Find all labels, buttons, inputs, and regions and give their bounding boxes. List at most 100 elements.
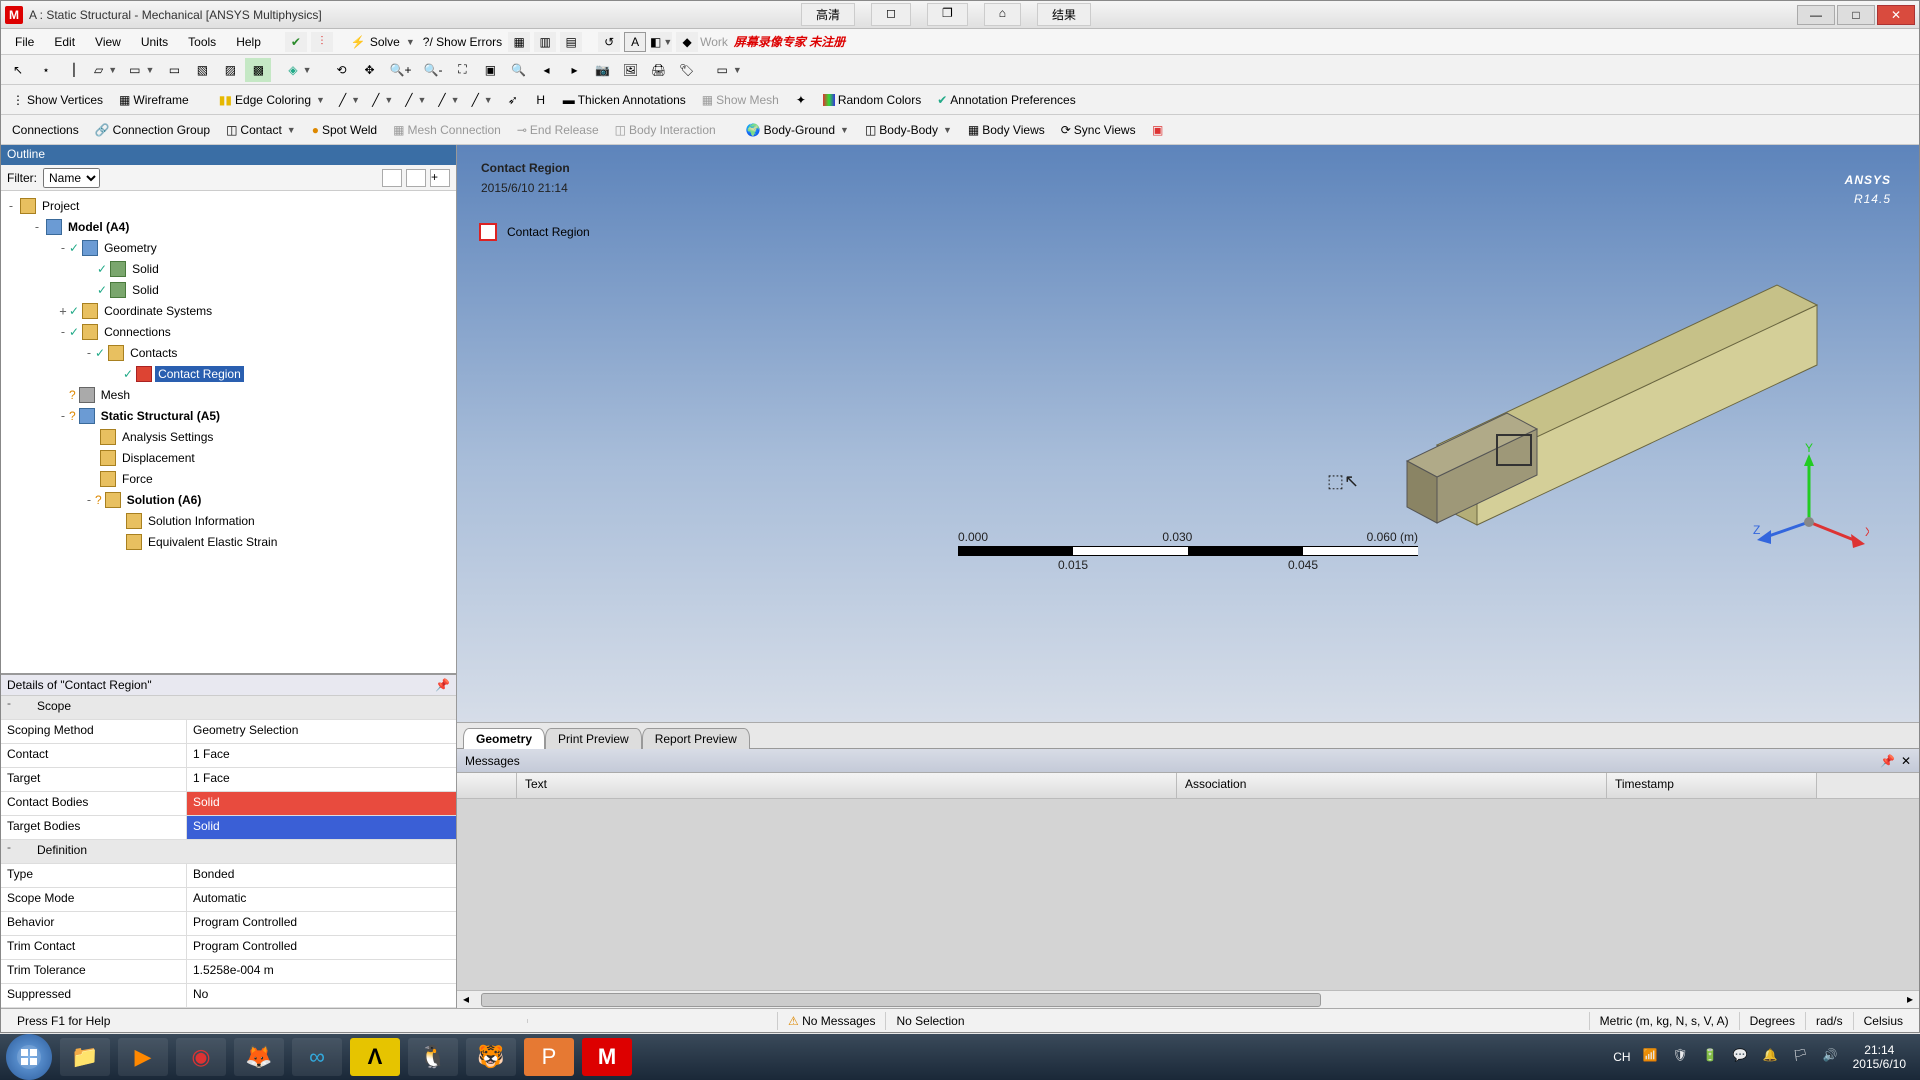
close-button[interactable]: ✕ [1877,5,1915,25]
task-ppt-icon[interactable]: P [524,1038,574,1076]
rotate-icon[interactable]: ⟲ [329,58,355,82]
tag-icon[interactable]: 🏷 [673,58,699,82]
pan-icon[interactable]: ✥ [357,58,383,82]
task-app1-icon[interactable]: 🐯 [466,1038,516,1076]
edge7-icon[interactable]: H [528,88,554,112]
task-ansys-icon[interactable]: Λ [350,1038,400,1076]
tree-connections[interactable]: Connections [101,324,174,340]
ext-btn-sq[interactable]: ◻ [871,3,911,26]
val-trimtol[interactable]: 1.5258e-004 m [187,960,456,983]
group-definition[interactable]: Definition [17,840,93,863]
msg-col-icon[interactable] [457,773,517,798]
tb-check-icon[interactable]: ✔ [285,32,307,52]
sel-face-icon[interactable]: ▱▼ [89,58,122,82]
annotation-prefs-button[interactable]: ✔ Annotation Preferences [930,88,1082,112]
taskbar-clock[interactable]: 21:142015/6/10 [1853,1043,1906,1071]
sel-ext2-icon[interactable]: ▨ [217,58,243,82]
val-trim[interactable]: Program Controlled [187,936,456,959]
maximize-button[interactable]: □ [1837,5,1875,25]
msg-col-text[interactable]: Text [517,773,1177,798]
tray-1-icon[interactable]: 🛡 [1673,1048,1691,1066]
ext-btn-result[interactable]: 结果 [1037,3,1091,26]
sel-edge-icon[interactable]: ⎮ [61,58,87,82]
edge5-icon[interactable]: ╱▼ [467,88,498,112]
tree-contact-region[interactable]: Contact Region [155,366,244,382]
start-button[interactable] [6,1034,52,1080]
group-scope[interactable]: Scope [17,696,77,719]
show-vertices-button[interactable]: ⋮ Show Vertices [5,88,110,112]
msg-pin-icon[interactable]: 📌 [1880,754,1895,768]
menu-edit[interactable]: Edit [44,32,85,52]
val-suppressed[interactable]: No [187,984,456,1007]
menu-help[interactable]: Help [226,32,271,52]
edge3-icon[interactable]: ╱▼ [400,88,431,112]
val-contact-bodies[interactable]: Solid [187,792,456,815]
tree-analysis[interactable]: Analysis Settings [119,429,216,445]
tree-solid2[interactable]: Solid [129,282,162,298]
task-mech-icon[interactable]: M [582,1038,632,1076]
display-dd-icon[interactable]: ▭▼ [711,58,746,82]
edge6-icon[interactable]: ➶ [500,88,526,112]
msg-col-assoc[interactable]: Association [1177,773,1607,798]
pin-icon[interactable]: 📌 [435,678,450,692]
contact-button[interactable]: ◫ Contact▼ [219,118,303,142]
sel-box-icon[interactable]: ▭ [161,58,187,82]
spot-weld-button[interactable]: ● Spot Weld [305,118,384,142]
val-scoping[interactable]: Geometry Selection [187,720,456,743]
tree-mesh[interactable]: Mesh [98,387,133,403]
body-views-button[interactable]: ▦ Body Views [961,118,1052,142]
view-next-icon[interactable]: ▸ [561,58,587,82]
filter-btn-1[interactable] [382,169,402,187]
camera-icon[interactable]: 📷 [589,58,615,82]
ext-btn-home[interactable]: ⌂ [984,3,1021,26]
thicken-button[interactable]: ▬ Thicken Annotations [556,88,693,112]
menu-units[interactable]: Units [131,32,178,52]
edge4-icon[interactable]: ╱▼ [433,88,464,112]
edge2-icon[interactable]: ╱▼ [367,88,398,112]
zoom-out-icon[interactable]: 🔍- [419,58,448,82]
task-rec-icon[interactable]: ◉ [176,1038,226,1076]
tb-icon-3[interactable]: ▤ [560,32,582,52]
tb-color-icon[interactable]: ◧▼ [650,32,672,52]
sel-vertex-icon[interactable]: ⋆ [33,58,59,82]
task-firefox-icon[interactable]: 🦊 [234,1038,284,1076]
menu-file[interactable]: File [5,32,44,52]
tree-disp[interactable]: Displacement [119,450,198,466]
msg-close-icon[interactable]: ✕ [1901,754,1911,768]
tree-coords[interactable]: Coordinate Systems [101,303,215,319]
print-icon[interactable]: 🖨 [645,58,671,82]
tree-solinfo[interactable]: Solution Information [145,513,258,529]
tb-icon-2[interactable]: ▥ [534,32,556,52]
tree-project[interactable]: Project [39,198,82,214]
tree-solution[interactable]: Solution (A6) [124,492,205,508]
filter-btn-3[interactable]: + [430,169,450,187]
body-ground-button[interactable]: 🌍 Body-Ground▼ [739,118,856,142]
ime-indicator[interactable]: CH [1613,1050,1630,1064]
tab-geometry[interactable]: Geometry [463,728,545,749]
ext-btn-hd[interactable]: 高清 [801,3,855,26]
tb-text-icon[interactable]: A [624,32,646,52]
val-behavior[interactable]: Program Controlled [187,912,456,935]
tray-4-icon[interactable]: 🔔 [1763,1048,1781,1066]
tray-flag-icon[interactable]: 🏳 [1793,1048,1811,1066]
menu-tools[interactable]: Tools [178,32,226,52]
tree-eqstrain[interactable]: Equivalent Elastic Strain [145,534,280,550]
task-cloud-icon[interactable]: ∞ [292,1038,342,1076]
snapshot-icon[interactable]: 🖼 [617,58,643,82]
tray-3-icon[interactable]: 💬 [1733,1048,1751,1066]
tb-dots-icon[interactable]: ⫶ [311,32,333,52]
probe-icon[interactable]: ✦ [788,88,814,112]
task-qq-icon[interactable]: 🐧 [408,1038,458,1076]
tray-vol-icon[interactable]: 🔊 [1823,1048,1841,1066]
val-scope-mode[interactable]: Automatic [187,888,456,911]
ext-btn-win[interactable]: ❐ [927,3,968,26]
edge-coloring-button[interactable]: ▮▮ Edge Coloring▼ [212,88,332,112]
triad-icon[interactable]: Y X Z [1749,442,1869,562]
solve-button[interactable]: ⚡Solve▼ [351,35,415,49]
menu-view[interactable]: View [85,32,131,52]
zoom-in-icon[interactable]: 🔍+ [385,58,417,82]
connection-group-button[interactable]: 🔗 Connection Group [88,118,217,142]
sync-views-button[interactable]: ⟳ Sync Views [1054,118,1143,142]
tree-solid1[interactable]: Solid [129,261,162,277]
sel-ext3-icon[interactable]: ▩ [245,58,271,82]
